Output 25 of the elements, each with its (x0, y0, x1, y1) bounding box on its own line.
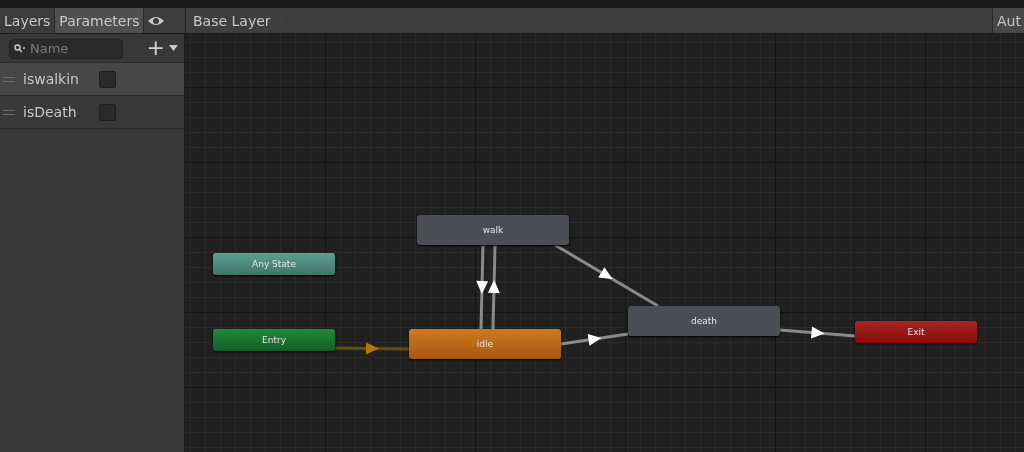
add-button[interactable]: + (146, 38, 165, 58)
eye-icon[interactable] (147, 14, 166, 27)
state-node[interactable]: Entry (213, 329, 335, 351)
search-icon (14, 44, 26, 53)
state-node[interactable]: Exit (855, 321, 977, 343)
state-node[interactable]: death (628, 306, 780, 336)
state-node[interactable]: Any State (213, 253, 335, 275)
drag-handle-icon[interactable] (3, 76, 15, 82)
state-node[interactable]: idle (409, 329, 561, 359)
dropdown-icon[interactable] (169, 45, 178, 51)
state-node[interactable]: walk (417, 215, 569, 245)
drag-handle-icon[interactable] (3, 109, 15, 115)
parameter-row[interactable]: isDeath (0, 96, 184, 129)
parameter-row[interactable]: iswalkin (0, 63, 184, 96)
auto-button[interactable]: Aut (992, 8, 1024, 33)
transition-arrow[interactable] (476, 244, 489, 330)
tab[interactable]: Parameters (55, 8, 145, 33)
checkbox[interactable] (99, 70, 116, 88)
transition-arrow[interactable] (487, 244, 500, 330)
transition-arrow[interactable] (779, 326, 856, 339)
search-field[interactable]: Name (9, 38, 123, 59)
checkbox[interactable] (99, 103, 116, 121)
parameter-name: isDeath (23, 104, 78, 120)
transition-arrow[interactable] (560, 332, 629, 346)
parameter-name: iswalkin (23, 71, 80, 87)
